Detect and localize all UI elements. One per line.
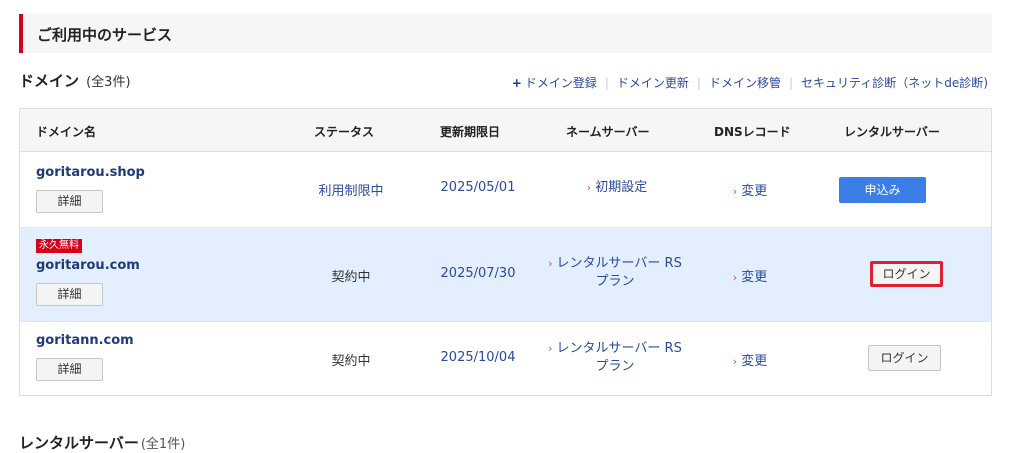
expiry-date: 2025/05/01 (440, 180, 516, 195)
table-row: goritann.com 詳細 契約中 2025/10/04 › レンタルサーバー… (20, 322, 991, 395)
nameserver-label: レンタルサーバー RS (556, 256, 682, 271)
chevron-right-icon: › (586, 181, 592, 194)
free-forever-badge: 永久無料 (36, 239, 82, 253)
dns-change-label: 変更 (741, 270, 768, 285)
table-header-row: ドメイン名 ステータス 更新期限日 ネームサーバー DNSレコード レンタルサー… (20, 109, 991, 152)
security-diagnosis-link[interactable]: セキュリティ診断（ネットde診断) (801, 76, 988, 90)
chevron-right-icon: › (548, 257, 553, 270)
detail-button[interactable]: 詳細 (36, 358, 103, 381)
header-nameserver: ネームサーバー (566, 125, 650, 139)
dns-change-link[interactable]: › 変更 (720, 180, 780, 199)
header-expiry: 更新期限日 (440, 125, 501, 139)
domain-register-link[interactable]: ドメイン登録 (525, 76, 597, 90)
chevron-right-icon: › (732, 185, 738, 198)
rental-heading: レンタルサーバー (19, 434, 139, 452)
domain-heading: ドメイン (19, 72, 80, 90)
expiry-date: 2025/07/30 (440, 266, 516, 281)
link-divider: | (696, 76, 701, 90)
chevron-right-icon: › (732, 355, 738, 368)
header-domain-name: ドメイン名 (36, 125, 97, 139)
table-row: goritarou.shop 詳細 利用制限中 2025/05/01 › 初期設定… (20, 152, 991, 228)
domain-table: ドメイン名 ステータス 更新期限日 ネームサーバー DNSレコード レンタルサー… (19, 108, 992, 396)
domain-renew-link[interactable]: ドメイン更新 (617, 76, 689, 90)
nameserver-link[interactable]: › レンタルサーバー RS プラン (540, 340, 690, 376)
status-text: 契約中 (331, 354, 371, 369)
chevron-right-icon: › (732, 271, 738, 284)
apply-button[interactable]: 申込み (839, 177, 926, 203)
nameserver-label: 初期設定 (595, 180, 648, 195)
services-section-header: ご利用中のサービス (19, 14, 992, 53)
dns-change-label: 変更 (741, 354, 768, 369)
rental-section-title: レンタルサーバー (全1件) (19, 432, 185, 453)
detail-button[interactable]: 詳細 (36, 190, 103, 213)
login-button[interactable]: ログイン (868, 345, 941, 371)
header-dns-record: DNSレコード (714, 125, 791, 139)
table-row: 永久無料 goritarou.com 詳細 契約中 2025/07/30 › レン… (20, 228, 991, 322)
dns-change-link[interactable]: › 変更 (720, 350, 780, 369)
status-text: 契約中 (331, 270, 371, 285)
plus-icon: + (511, 76, 522, 90)
domain-action-links: + ドメイン登録 | ドメイン更新 | ドメイン移管 | セキュリティ診断（ネットde診断) (512, 74, 988, 91)
dns-change-link[interactable]: › 変更 (720, 266, 780, 285)
link-divider: | (604, 76, 609, 90)
nameserver-label-line2: プラン (595, 274, 635, 289)
header-status: ステータス (314, 125, 375, 139)
header-rental-server: レンタルサーバー (844, 125, 940, 139)
dns-change-label: 変更 (741, 184, 768, 199)
services-section-title: ご利用中のサービス (37, 26, 173, 44)
nameserver-label-line2: プラン (595, 359, 635, 374)
rental-count: (全1件) (140, 437, 186, 452)
domain-transfer-link[interactable]: ドメイン移管 (709, 76, 781, 90)
nameserver-link[interactable]: › レンタルサーバー RS プラン (540, 255, 690, 291)
expiry-date: 2025/10/04 (440, 350, 516, 365)
login-button[interactable]: ログイン (870, 261, 943, 287)
domain-section-title: ドメイン (全3件) (19, 70, 131, 91)
domain-name-link[interactable]: goritann.com (36, 333, 134, 348)
nameserver-label: レンタルサーバー RS (556, 341, 682, 356)
domain-count: (全3件) (86, 75, 131, 90)
detail-button[interactable]: 詳細 (36, 283, 103, 306)
status-text: 利用制限中 (318, 184, 384, 199)
nameserver-link[interactable]: › 初期設定 (547, 179, 687, 197)
domain-name-link[interactable]: goritarou.com (36, 258, 140, 273)
chevron-right-icon: › (548, 342, 553, 355)
domain-name-link[interactable]: goritarou.shop (36, 165, 145, 180)
link-divider: | (788, 76, 794, 90)
